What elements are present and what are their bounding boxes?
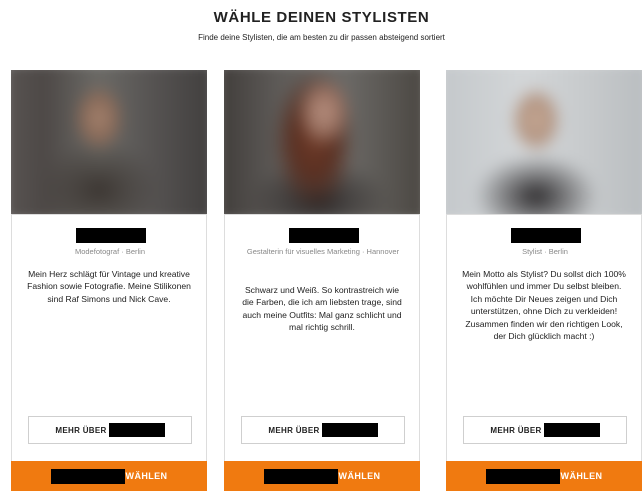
card-body: Modefotograf · Berlin Mein Herz schlägt … — [11, 214, 207, 461]
more-about-label: MEHR ÜBER — [268, 425, 320, 435]
choose-label: WÄHLEN — [125, 471, 168, 481]
choose-stylist-button[interactable]: WÄHLEN — [224, 461, 420, 491]
choose-stylist-button[interactable]: WÄHLEN — [11, 461, 207, 491]
redacted-name — [50, 468, 125, 484]
choose-label: WÄHLEN — [560, 471, 603, 481]
redacted-name — [108, 423, 165, 437]
stylist-bio: Mein Herz schlägt für Vintage und kreati… — [27, 269, 191, 304]
stylist-photo — [224, 70, 420, 215]
stylist-role: Stylist · Berlin — [522, 247, 568, 256]
more-about-button[interactable]: MEHR ÜBER — [241, 416, 405, 444]
stylist-photo — [446, 70, 642, 215]
redacted-name — [543, 423, 600, 437]
more-about-label: MEHR ÜBER — [490, 425, 542, 435]
card-body: Gestalterin für visuelles Marketing · Ha… — [224, 214, 420, 461]
redacted-name — [321, 423, 378, 437]
page-subtitle: Finde deine Stylisten, die am besten zu … — [198, 33, 445, 42]
card-body: Stylist · Berlin Mein Motto als Stylist?… — [446, 214, 642, 461]
choose-stylist-button[interactable]: WÄHLEN — [446, 461, 642, 491]
more-about-label: MEHR ÜBER — [55, 425, 107, 435]
stylist-photo — [11, 70, 207, 215]
page-title: WÄHLE DEINEN STYLISTEN — [213, 9, 430, 26]
stylist-bio: Mein Motto als Stylist? Du sollst dich 1… — [462, 269, 626, 342]
redacted-name — [485, 468, 560, 484]
stylist-card: Stylist · Berlin Mein Motto als Stylist?… — [446, 70, 642, 491]
stylist-bio: Schwarz und Weiß. So kontrastreich wie d… — [242, 285, 402, 333]
stylist-card: Gestalterin für visuelles Marketing · Ha… — [224, 70, 420, 491]
stylist-card: Modefotograf · Berlin Mein Herz schlägt … — [11, 70, 207, 491]
redacted-name — [289, 228, 359, 243]
more-about-button[interactable]: MEHR ÜBER — [28, 416, 192, 444]
redacted-name — [511, 228, 581, 243]
redacted-name — [76, 228, 146, 243]
more-about-button[interactable]: MEHR ÜBER — [463, 416, 627, 444]
stylist-role: Gestalterin für visuelles Marketing · Ha… — [246, 247, 400, 256]
redacted-name — [263, 468, 338, 484]
stylist-role: Modefotograf · Berlin — [74, 247, 146, 256]
choose-label: WÄHLEN — [338, 471, 381, 481]
